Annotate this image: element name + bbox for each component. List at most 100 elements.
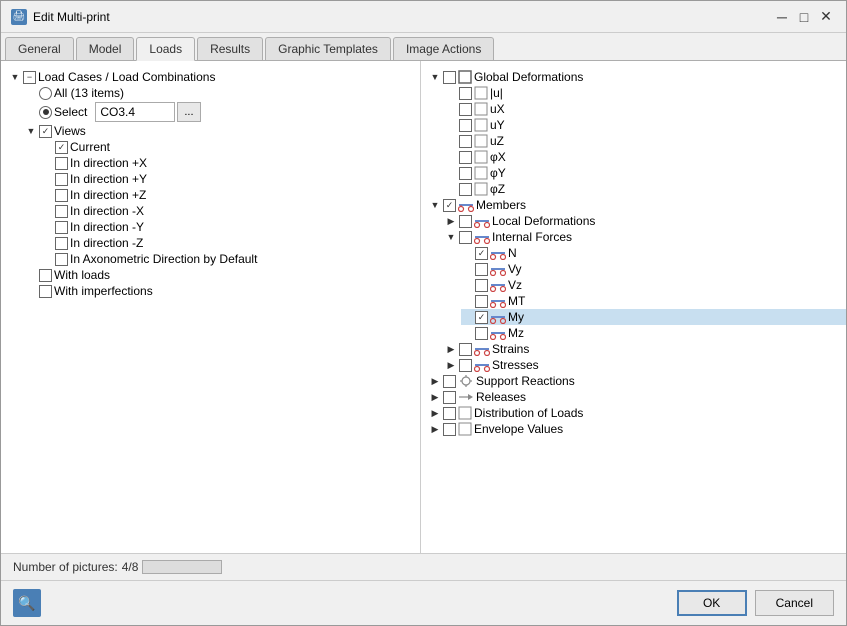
dir-my-label: In direction -Y [70,220,144,234]
dir-mx-label: In direction -X [70,204,144,218]
members-checkbox[interactable] [443,199,456,212]
my-checkbox[interactable] [475,311,488,324]
u-abs-checkbox[interactable] [459,87,472,100]
support-expand[interactable] [429,375,441,387]
with-loads-checkbox[interactable] [39,269,52,282]
strains-expand[interactable] [445,343,457,355]
phix-label: φX [490,150,506,164]
mt-checkbox[interactable] [475,295,488,308]
dir-px-checkbox[interactable] [55,157,68,170]
phiz-checkbox[interactable] [459,183,472,196]
global-def-root: Global Deformations [429,69,838,85]
tab-model[interactable]: Model [76,37,135,60]
distribution-loads-label: Distribution of Loads [474,406,583,420]
tab-image-actions[interactable]: Image Actions [393,37,494,60]
local-def-expand[interactable] [445,215,457,227]
dir-py-checkbox[interactable] [55,173,68,186]
axonometric-checkbox[interactable] [55,253,68,266]
close-button[interactable]: ✕ [816,7,836,27]
minimize-button[interactable]: ─ [772,7,792,27]
dir-pz-checkbox[interactable] [55,189,68,202]
distrib-checkbox[interactable] [443,407,456,420]
vz-checkbox[interactable] [475,279,488,292]
all-radio-row: All (13 items) [25,85,412,101]
select-radio[interactable] [39,106,52,119]
select-input[interactable] [95,102,175,122]
search-icon-box[interactable]: 🔍 [13,589,41,617]
dir-mx-checkbox[interactable] [55,205,68,218]
all-radio[interactable] [39,87,52,100]
n-icon [490,246,506,260]
vy-label: Vy [508,262,522,276]
global-def-checkbox[interactable] [443,71,456,84]
tab-loads[interactable]: Loads [136,37,195,61]
member-icon [458,198,474,212]
ux-label: uX [490,102,505,116]
mt-icon [490,294,506,308]
phiz-label: φZ [490,182,505,196]
views-expand[interactable] [25,125,37,137]
tab-bar: General Model Loads Results Graphic Temp… [1,33,846,61]
local-def-label: Local Deformations [492,214,595,228]
support-reactions-row: Support Reactions [429,373,838,389]
load-cases-checkbox[interactable] [23,71,36,84]
tab-general[interactable]: General [5,37,74,60]
tab-results[interactable]: Results [197,37,263,60]
stresses-checkbox[interactable] [459,359,472,372]
strains-checkbox[interactable] [459,343,472,356]
phiy-checkbox[interactable] [459,167,472,180]
local-def-icon [474,214,490,228]
dir-py-row: In direction +Y [41,171,412,187]
envelope-checkbox[interactable] [443,423,456,436]
frame-icon [458,70,472,84]
dir-mz-label: In direction -Z [70,236,143,250]
my-icon [490,310,506,324]
vy-icon [490,262,506,276]
members-expand[interactable] [429,199,441,211]
window-controls: ─ □ ✕ [772,7,836,27]
select-radio-row: Select ... [25,101,412,123]
cancel-button[interactable]: Cancel [755,590,834,616]
with-imperfections-checkbox[interactable] [39,285,52,298]
envelope-expand[interactable] [429,423,441,435]
mz-checkbox[interactable] [475,327,488,340]
u-abs-row: |u| [445,85,838,101]
dir-my-checkbox[interactable] [55,221,68,234]
frame-icon-phiz [474,182,488,196]
stresses-label: Stresses [492,358,539,372]
strains-label: Strains [492,342,529,356]
releases-icon [458,390,474,404]
load-cases-expand[interactable] [9,71,21,83]
stresses-expand[interactable] [445,359,457,371]
internal-forces-expand[interactable] [445,231,457,243]
releases-label: Releases [476,390,526,404]
select-browse-button[interactable]: ... [177,102,200,122]
dir-mz-checkbox[interactable] [55,237,68,250]
with-loads-row: With loads [25,267,412,283]
maximize-button[interactable]: □ [794,7,814,27]
global-def-expand[interactable] [429,71,441,83]
current-checkbox[interactable] [55,141,68,154]
vy-checkbox[interactable] [475,263,488,276]
left-panel: Load Cases / Load Combinations All (13 i… [1,61,421,553]
releases-checkbox[interactable] [443,391,456,404]
distrib-expand[interactable] [429,407,441,419]
n-checkbox[interactable] [475,247,488,260]
phiy-label: φY [490,166,506,180]
phix-checkbox[interactable] [459,151,472,164]
releases-expand[interactable] [429,391,441,403]
uy-checkbox[interactable] [459,119,472,132]
support-checkbox[interactable] [443,375,456,388]
views-label: Views [54,124,86,138]
local-def-checkbox[interactable] [459,215,472,228]
mz-row: Mz [461,325,838,341]
views-checkbox[interactable] [39,125,52,138]
ok-button[interactable]: OK [677,590,747,616]
internal-forces-checkbox[interactable] [459,231,472,244]
uz-checkbox[interactable] [459,135,472,148]
distrib-icon [458,406,472,420]
ux-checkbox[interactable] [459,103,472,116]
tab-graphic-templates[interactable]: Graphic Templates [265,37,391,60]
dir-mx-row: In direction -X [41,203,412,219]
views-root: Views [25,123,412,139]
